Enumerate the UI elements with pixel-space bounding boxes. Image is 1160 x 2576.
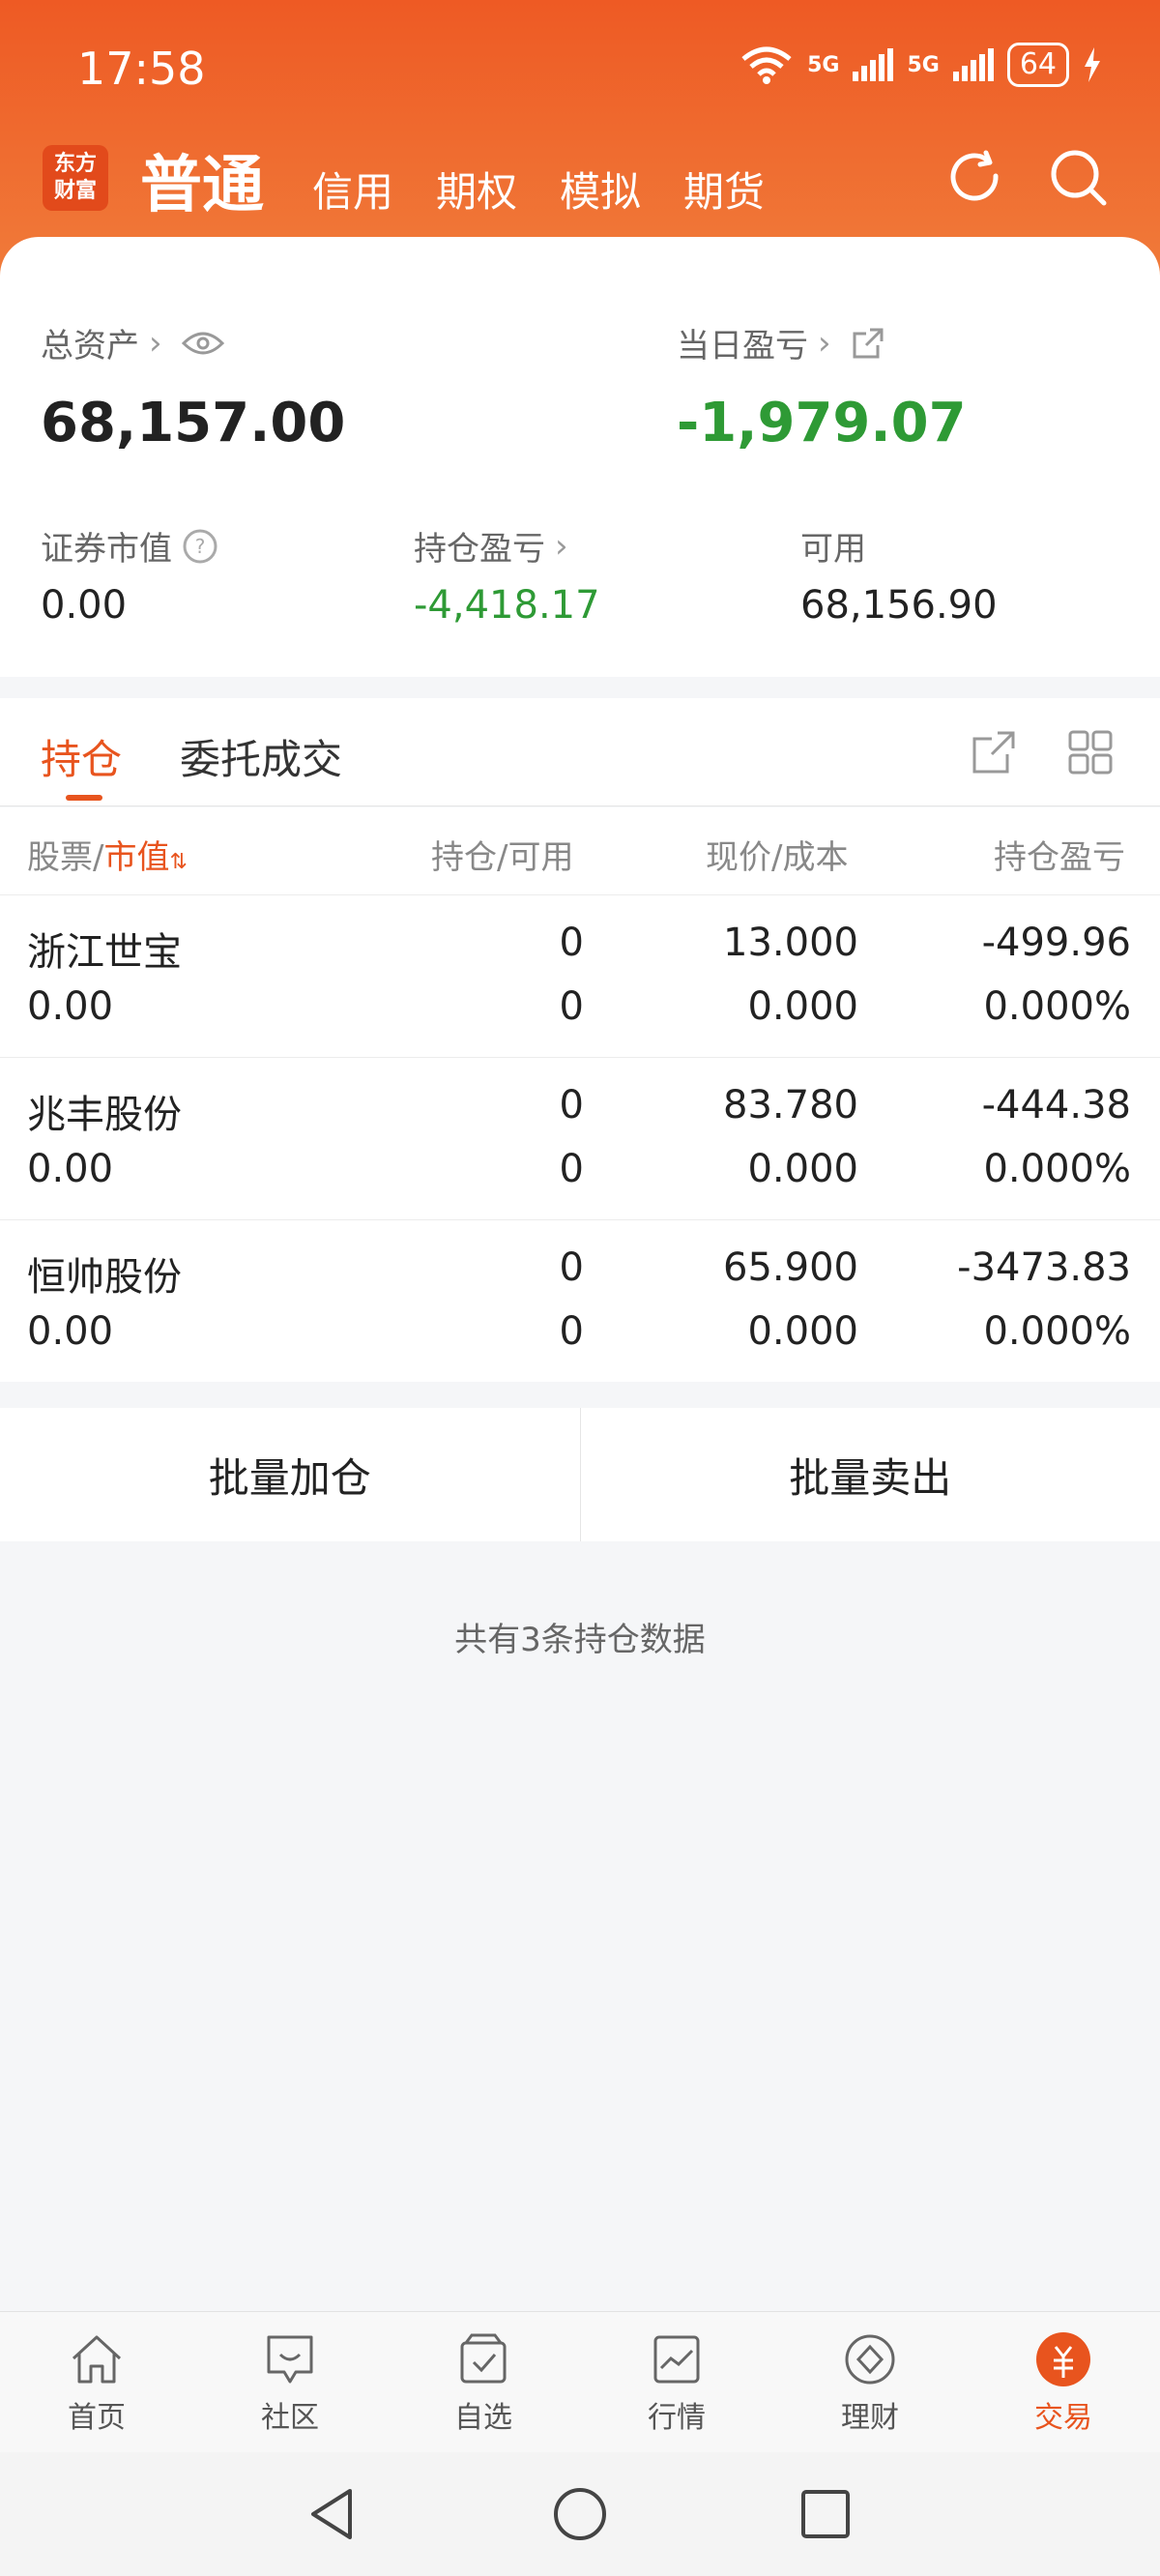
chevron-right-icon: ›: [149, 323, 162, 363]
recents-icon[interactable]: [800, 2489, 851, 2539]
tab-simulated[interactable]: 模拟: [560, 160, 641, 219]
position-tabs: 持仓 委托成交: [0, 698, 1160, 806]
available-label: 可用: [800, 530, 866, 569]
header-qty: 持仓/可用: [431, 838, 574, 877]
refresh-icon[interactable]: [945, 147, 1007, 209]
stock-available: 0: [559, 1147, 584, 1191]
bottom-nav: 首页 社区 自选 行情 理财 交易: [0, 2311, 1160, 2452]
nav-market[interactable]: 行情: [580, 2312, 773, 2452]
daily-pnl-label[interactable]: 当日盈亏 ›: [677, 319, 885, 366]
tab-options[interactable]: 期权: [436, 160, 517, 219]
status-time: 17:58: [77, 43, 206, 95]
nav-watchlist[interactable]: 自选: [387, 2312, 580, 2452]
sort-market-value[interactable]: 市值: [103, 838, 169, 877]
tab-futures[interactable]: 期货: [683, 160, 765, 219]
stock-pnl: -499.96: [981, 921, 1131, 965]
home-icon: [72, 2335, 122, 2384]
eye-icon[interactable]: [181, 329, 224, 358]
active-tab-indicator: [66, 795, 102, 801]
tab-credit[interactable]: 信用: [312, 160, 393, 219]
stock-price: 83.780: [723, 1083, 858, 1127]
stock-name: 恒帅股份: [27, 1255, 182, 1300]
stock-name: 浙江世宝: [27, 930, 182, 975]
stock-cost: 0.000: [747, 1309, 858, 1354]
stock-cost: 0.000: [747, 1147, 858, 1191]
nav-home[interactable]: 首页: [0, 2312, 193, 2452]
position-pnl-value: -4,418.17: [414, 583, 600, 628]
community-icon: [267, 2335, 313, 2384]
stock-pnl-pct: 0.000%: [983, 1147, 1131, 1191]
stock-qty: 0: [559, 921, 584, 965]
table-row[interactable]: 恒帅股份 0.00 0 0 65.900 0.000 -3473.83 0.00…: [0, 1219, 1160, 1382]
nav-wealth[interactable]: 理财: [773, 2312, 967, 2452]
charging-icon: [1085, 47, 1100, 82]
available-value: 68,156.90: [800, 583, 998, 628]
app-logo: 东方 财富: [43, 145, 108, 211]
stock-market-value: 0.00: [27, 1147, 114, 1191]
positions-table: 股票/市值⇅ 持仓/可用 现价/成本 持仓盈亏 浙江世宝 0.00 0 0 13…: [0, 807, 1160, 1382]
header-price: 现价/成本: [706, 838, 849, 877]
signal-icon: [952, 48, 994, 81]
stock-qty: 0: [559, 1083, 584, 1127]
chevron-right-icon: ›: [818, 323, 831, 363]
batch-add-button[interactable]: 批量加仓: [0, 1408, 580, 1541]
stock-price: 65.900: [723, 1245, 858, 1290]
system-nav-bar: [0, 2452, 1160, 2576]
stock-market-value: 0.00: [27, 1309, 114, 1354]
wifi-icon: [741, 46, 792, 84]
header-pnl: 持仓盈亏: [994, 838, 1125, 877]
stock-market-value: 0.00: [27, 984, 114, 1029]
tab-normal[interactable]: 普通: [140, 135, 264, 224]
signal-icon: [853, 48, 894, 81]
market-icon: [653, 2335, 700, 2384]
back-icon[interactable]: [307, 2487, 358, 2541]
sort-arrows-icon[interactable]: ⇅: [169, 850, 187, 874]
asset-summary: 总资产 › 68,157.00 当日盈亏 › -1,979.07 证券市值 ? …: [0, 237, 1160, 677]
stock-name: 兆丰股份: [27, 1093, 182, 1137]
grid-icon[interactable]: [1067, 729, 1114, 776]
nav-trade[interactable]: 交易: [967, 2312, 1160, 2452]
header-stock: 股票/市值⇅: [27, 838, 188, 877]
stock-pnl-pct: 0.000%: [983, 1309, 1131, 1354]
battery-icon: 64: [1006, 43, 1069, 87]
total-assets-value: 68,157.00: [41, 392, 346, 454]
stock-pnl-pct: 0.000%: [983, 984, 1131, 1029]
share-icon[interactable]: [971, 729, 1017, 776]
help-icon[interactable]: ?: [182, 528, 218, 565]
trade-icon: [1036, 2332, 1090, 2386]
nav-community[interactable]: 社区: [193, 2312, 387, 2452]
stock-available: 0: [559, 1309, 584, 1354]
external-link-icon[interactable]: [851, 326, 885, 361]
network-5g-1: 5G: [807, 52, 840, 77]
positions-count-note: 共有3条持仓数据: [454, 1621, 706, 1659]
market-value-value: 0.00: [41, 583, 128, 628]
search-icon[interactable]: [1048, 147, 1110, 209]
position-pnl-label[interactable]: 持仓盈亏 ›: [414, 522, 568, 570]
status-icons: 5G 5G 64: [740, 43, 1102, 87]
table-row[interactable]: 兆丰股份 0.00 0 0 83.780 0.000 -444.38 0.000…: [0, 1057, 1160, 1219]
chevron-right-icon: ›: [555, 526, 568, 566]
table-header: 股票/市值⇅ 持仓/可用 现价/成本 持仓盈亏: [0, 807, 1160, 894]
network-5g-2: 5G: [907, 52, 940, 77]
stock-pnl: -3473.83: [957, 1245, 1131, 1290]
market-value-label: 证券市值 ?: [41, 522, 218, 570]
batch-actions: 批量加仓 批量卖出: [0, 1408, 1160, 1541]
table-row[interactable]: 浙江世宝 0.00 0 0 13.000 0.000 -499.96 0.000…: [0, 894, 1160, 1057]
tab-orders[interactable]: 委托成交: [180, 727, 342, 786]
stock-cost: 0.000: [747, 984, 858, 1029]
stock-pnl: -444.38: [981, 1083, 1131, 1127]
wealth-icon: [845, 2334, 895, 2385]
stock-available: 0: [559, 984, 584, 1029]
account-type-tabs: 普通 信用 期权 模拟 期货: [140, 135, 765, 224]
home-circle-icon[interactable]: [553, 2487, 607, 2541]
stock-qty: 0: [559, 1245, 584, 1290]
daily-pnl-value: -1,979.07: [677, 392, 967, 454]
tab-positions[interactable]: 持仓: [41, 727, 122, 786]
total-assets-label[interactable]: 总资产 ›: [41, 319, 224, 366]
svg-text:?: ?: [195, 535, 206, 558]
watchlist-icon: [460, 2333, 507, 2384]
batch-sell-button[interactable]: 批量卖出: [579, 1408, 1160, 1541]
stock-price: 13.000: [723, 921, 858, 965]
